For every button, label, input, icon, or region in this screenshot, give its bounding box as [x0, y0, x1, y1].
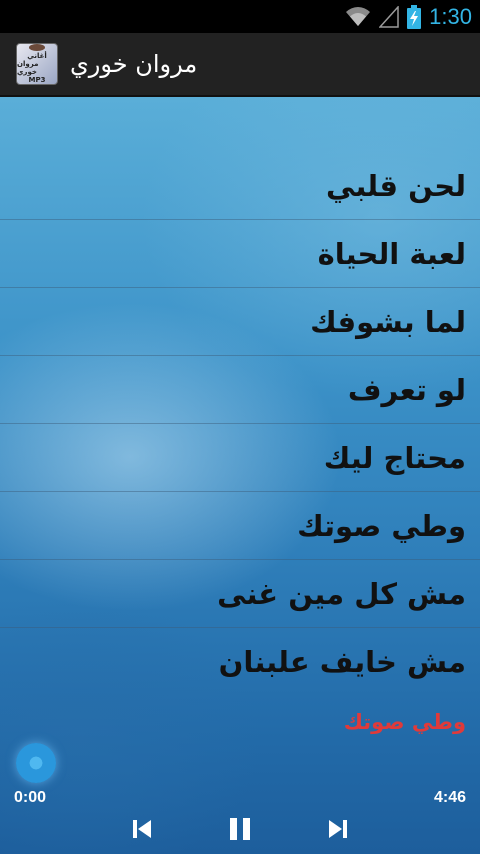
song-label: لما بشوفك	[310, 304, 466, 339]
song-label: مش كل مين غنى	[217, 576, 466, 611]
list-item[interactable]: مش خايف علبنان	[0, 628, 480, 696]
page-title: مروان خوري	[70, 50, 198, 78]
app-logo[interactable]: أغاني مروان خوري MP3	[16, 43, 58, 85]
previous-icon	[131, 818, 153, 844]
pause-button[interactable]	[220, 816, 260, 846]
list-item[interactable]: لعبة الحياة	[0, 220, 480, 288]
list-item[interactable]: محتاج ليك	[0, 424, 480, 492]
seek-bar[interactable]	[36, 761, 446, 763]
player-controls	[0, 812, 480, 854]
wifi-icon	[345, 6, 371, 28]
seek-thumb[interactable]	[16, 743, 56, 783]
song-label: لعبة الحياة	[317, 236, 466, 271]
avatar	[29, 44, 45, 51]
list-item[interactable]: وطي صوتك	[0, 492, 480, 560]
status-bar: 1:30	[0, 0, 480, 33]
song-label: لحن قلبي	[326, 168, 466, 203]
list-item[interactable]: مش كل مين غنى	[0, 560, 480, 628]
song-label: مش خايف علبنان	[218, 645, 466, 679]
status-time: 1:30	[429, 3, 472, 29]
current-time: 0:00	[14, 789, 47, 806]
pause-icon	[228, 817, 252, 845]
list-item[interactable]: لو تعرف	[0, 356, 480, 424]
list-item[interactable]: لما بشوفك	[0, 288, 480, 356]
now-playing-title: وطي صوتك	[343, 710, 466, 734]
song-list[interactable]: لحن قلبي لعبة الحياة لما بشوفك لو تعرف م…	[0, 152, 480, 696]
next-button[interactable]	[318, 816, 358, 846]
list-item[interactable]: لحن قلبي	[0, 152, 480, 220]
battery-charging-icon	[407, 4, 422, 29]
app-icon-text-2: مروان خوري	[17, 60, 39, 76]
total-time: 4:46	[433, 789, 466, 806]
song-label: لو تعرف	[347, 372, 466, 407]
signal-icon	[379, 5, 399, 28]
previous-button[interactable]	[122, 816, 162, 846]
song-label: محتاج ليك	[323, 440, 466, 475]
app-icon-text-1: أغاني	[27, 52, 47, 60]
song-label: وطي صوتك	[297, 508, 466, 543]
app-icon-text-3: MP3	[28, 76, 46, 84]
action-bar: أغاني مروان خوري MP3 مروان خوري	[0, 33, 480, 97]
next-icon	[327, 818, 349, 844]
main-content: لحن قلبي لعبة الحياة لما بشوفك لو تعرف م…	[0, 97, 480, 854]
